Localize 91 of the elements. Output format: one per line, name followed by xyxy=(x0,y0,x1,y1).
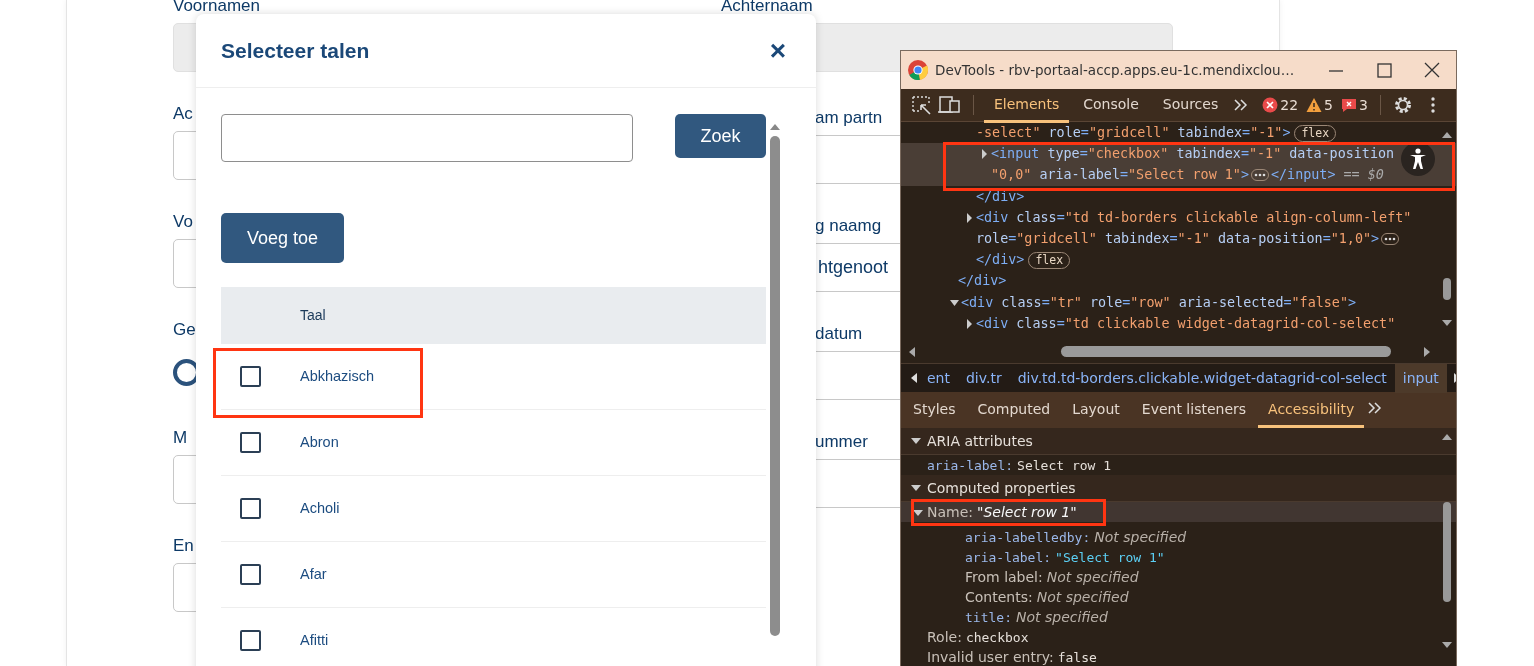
expand-arrow-icon[interactable] xyxy=(965,318,974,329)
expand-arrow-icon[interactable] xyxy=(911,484,921,492)
field-label: datum xyxy=(815,324,863,344)
property-name: title: xyxy=(965,610,1012,625)
code-line: <div class="tr" role="row" aria-selected="false"> xyxy=(961,294,1357,310)
device-icon[interactable] xyxy=(937,95,963,115)
property-value: Not specified xyxy=(1094,529,1187,545)
field-label: Ac xyxy=(173,104,193,124)
expand-arrow-icon[interactable] xyxy=(911,437,921,445)
field-label: En xyxy=(173,536,194,556)
checkbox[interactable] xyxy=(240,366,261,387)
field-label: Voornamen xyxy=(173,0,260,16)
panel-tab[interactable]: Styles xyxy=(903,393,966,428)
checkbox[interactable] xyxy=(240,630,261,651)
property-name: aria-labelledby: xyxy=(965,530,1091,545)
language-name: Abkhazisch xyxy=(300,366,375,386)
code-line: <div class="td clickable widget-datagrid-col-select" xyxy=(976,315,1396,331)
checkbox[interactable] xyxy=(240,564,261,585)
selected-marker: == $0 xyxy=(1342,167,1384,183)
code-line: "0,0" aria-label="Select row 1"> xyxy=(991,167,1249,183)
property-name: Name: xyxy=(927,504,974,520)
code-line: </div> xyxy=(958,273,1007,289)
ellipsis-icon[interactable] xyxy=(1381,232,1400,245)
expand-arrow-icon[interactable] xyxy=(980,149,989,160)
section-title: Computed properties xyxy=(927,478,1076,498)
issues-icon xyxy=(1341,97,1357,113)
count-label: 22 xyxy=(1280,95,1299,115)
panel-tab[interactable]: Layout xyxy=(1062,393,1130,428)
breadcrumb[interactable]: ent xyxy=(927,363,958,393)
property-name: Invalid user entry: xyxy=(927,649,1054,665)
code-line: role="gridcell" tabindex="-1" data-position="1,0"> xyxy=(976,230,1380,246)
browser-icon xyxy=(907,59,929,81)
checkbox[interactable] xyxy=(240,432,261,453)
language-name: Acholi xyxy=(300,498,340,518)
language-name: Afitti xyxy=(300,630,329,650)
property-value: Not specified xyxy=(1015,609,1108,625)
checkbox[interactable] xyxy=(240,498,261,519)
code-line: </div> xyxy=(976,188,1025,204)
breadcrumb[interactable]: input xyxy=(1394,363,1447,393)
error-icon xyxy=(1262,97,1279,113)
expand-arrow-icon[interactable] xyxy=(913,509,923,517)
inspect-icon[interactable] xyxy=(911,95,933,115)
property-value: "Select row 1" xyxy=(977,504,1077,520)
close-button[interactable]: × xyxy=(769,36,786,65)
panel-tab[interactable]: Event listeners xyxy=(1131,393,1257,428)
code-line: <input type="checkbox" tabindex="-1" data-position xyxy=(991,146,1395,162)
code-line: <div class="td td-borders clickable align-column-left" xyxy=(976,209,1412,225)
property-value: Select row 1 xyxy=(1017,458,1111,473)
field-value: htgenoot xyxy=(818,256,889,279)
panel-tab[interactable]: Console xyxy=(1073,87,1149,123)
settings-icon[interactable] xyxy=(1392,95,1413,115)
property-name: Role: xyxy=(927,629,962,645)
search-field[interactable] xyxy=(221,114,633,162)
property-value: checkbox xyxy=(965,630,1029,645)
expand-arrow-icon[interactable] xyxy=(950,297,959,308)
count-label: 5 xyxy=(1324,95,1333,115)
section-title: ARIA attributes xyxy=(927,431,1033,451)
ellipsis-icon[interactable] xyxy=(1251,169,1269,182)
property-name: Contents: xyxy=(965,589,1033,605)
language-name: Afar xyxy=(300,564,327,584)
column-header: Taal xyxy=(300,306,326,325)
property-value: false xyxy=(1057,650,1097,665)
accessibility-icon[interactable] xyxy=(1401,142,1435,176)
property-value: Not specified xyxy=(1046,569,1139,585)
breadcrumb[interactable]: div.tr xyxy=(958,363,1010,393)
language-name: Abron xyxy=(300,432,339,452)
code-line: </div> xyxy=(976,252,1025,268)
field-label: g naamg xyxy=(815,216,882,236)
count-label: 3 xyxy=(1359,95,1368,115)
panel-tab[interactable]: Computed xyxy=(967,393,1061,428)
property-name: From label: xyxy=(965,569,1043,585)
code-line: -select" role="gridcell" tabindex="-1"> xyxy=(976,125,1291,140)
breadcrumb[interactable]: div.td.td-borders.clickable.widget-datagrid-col-select xyxy=(1009,363,1395,393)
search-button[interactable]: Zoek xyxy=(675,114,766,158)
property-name: aria-label: xyxy=(927,458,1014,473)
expand-arrow-icon[interactable] xyxy=(965,212,974,223)
modal-title: Selecteer talen xyxy=(221,37,370,64)
field-label: M xyxy=(173,428,188,448)
field-label: Vo xyxy=(173,212,193,232)
field-label: ummer xyxy=(815,432,868,452)
field-label: Ge xyxy=(173,320,196,340)
code-line: </input> xyxy=(1271,167,1336,183)
add-button[interactable]: Voeg toe xyxy=(221,213,344,263)
panel-tab[interactable]: Elements xyxy=(984,87,1070,123)
property-name: aria-label: xyxy=(965,550,1052,565)
field-label: am partn xyxy=(815,108,883,128)
warning-icon xyxy=(1306,97,1323,113)
panel-tab[interactable]: Sources xyxy=(1152,87,1229,123)
property-value: Not specified xyxy=(1036,589,1129,605)
window-title: DevTools - rbv-portaal-accp.apps.eu-1c.mendixclou… xyxy=(935,60,1295,80)
property-value: "Select row 1" xyxy=(1055,550,1165,565)
